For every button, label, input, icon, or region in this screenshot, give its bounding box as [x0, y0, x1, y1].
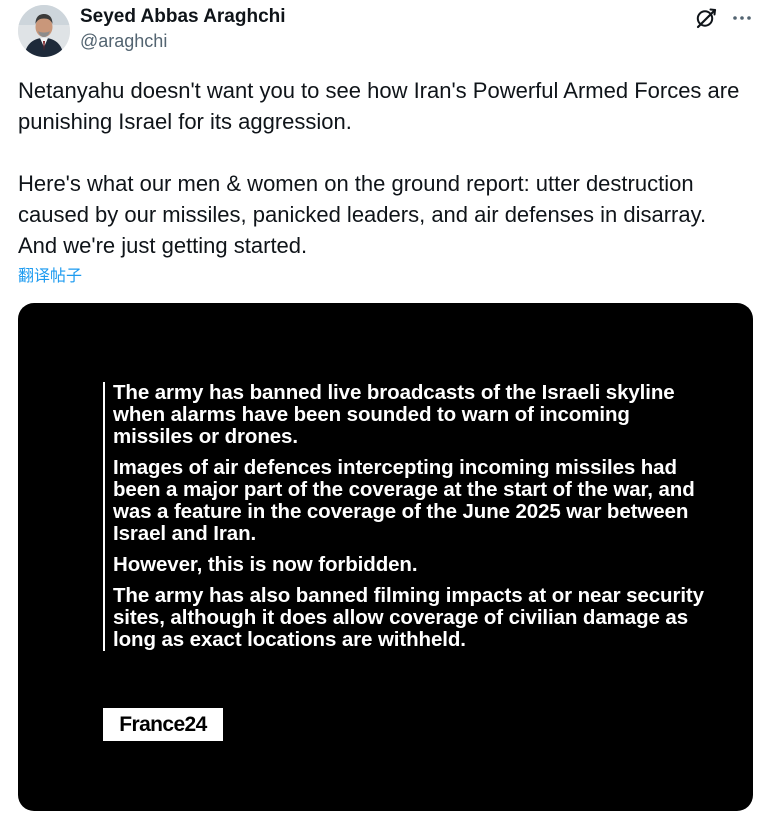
avatar[interactable]	[18, 5, 70, 57]
tweet: Seyed Abbas Araghchi @araghchi Netanyahu…	[0, 0, 764, 820]
more-icon[interactable]	[730, 6, 754, 30]
tweet-paragraph: Netanyahu doesn't want you to see how Ir…	[18, 78, 740, 134]
quote-paragraph: The army has also banned filming impacts…	[113, 584, 704, 651]
media-image[interactable]: The army has banned live broadcasts of t…	[18, 303, 753, 811]
grok-icon[interactable]	[694, 6, 718, 30]
france24-logo: France24	[103, 708, 223, 741]
tweet-text: Netanyahu doesn't want you to see how Ir…	[18, 75, 748, 261]
quote-paragraph: The army has banned live broadcasts of t…	[113, 381, 675, 448]
quote-paragraph: However, this is now forbidden.	[113, 553, 418, 576]
profile-photo-icon	[18, 5, 70, 57]
translate-post-link[interactable]: 翻译帖子	[18, 266, 82, 286]
tweet-paragraph: Here's what our men & women on the groun…	[18, 171, 707, 258]
user-handle[interactable]: @araghchi	[80, 29, 286, 53]
quote-paragraph: Images of air defences intercepting inco…	[113, 456, 695, 545]
display-name[interactable]: Seyed Abbas Araghchi	[80, 6, 286, 28]
quote-block: The army has banned live broadcasts of t…	[103, 382, 713, 651]
author-block: Seyed Abbas Araghchi @araghchi	[80, 6, 286, 53]
logo-text: France24	[119, 713, 207, 736]
